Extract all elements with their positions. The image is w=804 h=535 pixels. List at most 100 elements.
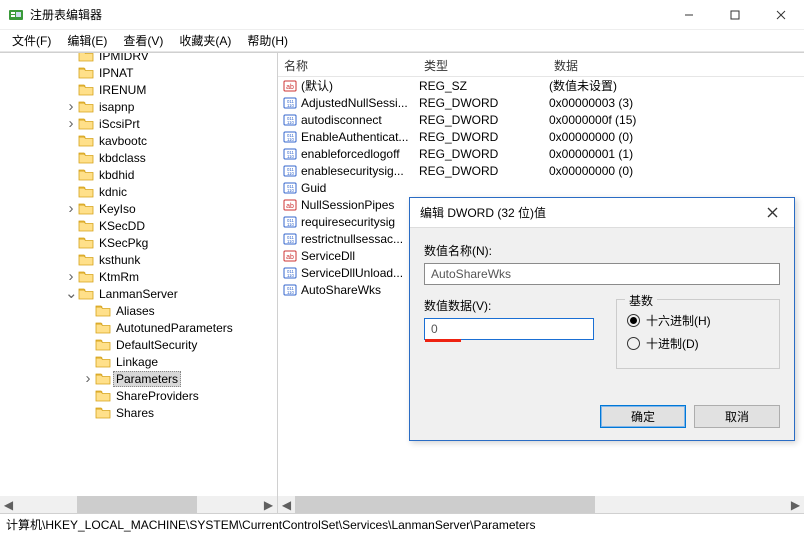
cell-data: 0x00000003 (3)	[549, 96, 804, 110]
tree-node[interactable]: kbdhid	[0, 166, 278, 183]
tree-node[interactable]: kbdclass	[0, 149, 278, 166]
ok-button[interactable]: 确定	[600, 405, 686, 428]
list-header: 名称 类型 数据	[278, 53, 804, 77]
tree-label: LanmanServer	[96, 286, 181, 302]
svg-text:110: 110	[287, 222, 294, 227]
tree-node[interactable]: DefaultSecurity	[0, 336, 278, 353]
folder-icon	[95, 321, 111, 335]
folder-icon	[95, 304, 111, 318]
tree-node[interactable]: › isapnp	[0, 98, 278, 115]
radix-dec-option[interactable]: 十进制(D)	[627, 335, 769, 352]
expand-icon[interactable]: ⌄	[65, 288, 77, 300]
dialog-close-button[interactable]	[750, 198, 794, 228]
tree-node[interactable]: ›iScsiPrt	[0, 115, 278, 132]
close-button[interactable]	[758, 0, 804, 30]
tree-node[interactable]: ›KeyIso	[0, 200, 278, 217]
tree-label: kdnic	[96, 184, 130, 200]
scroll-thumb[interactable]	[295, 496, 595, 513]
tree-node[interactable]: Shares	[0, 404, 278, 421]
table-row[interactable]: 011110autodisconnectREG_DWORD0x0000000f …	[278, 111, 804, 128]
col-name[interactable]: 名称	[278, 53, 418, 76]
tree-node[interactable]: IPNAT	[0, 64, 278, 81]
tree-label: isapnp	[96, 99, 137, 115]
expand-icon[interactable]: ›	[65, 101, 77, 113]
expand-icon[interactable]: ›	[65, 118, 77, 130]
list-hscroll[interactable]: ◀ ▶	[278, 496, 804, 513]
svg-text:110: 110	[287, 273, 294, 278]
value-type-icon: 011110	[282, 95, 298, 111]
col-data[interactable]: 数据	[548, 53, 804, 76]
tree-node[interactable]: KSecPkg	[0, 234, 278, 251]
menu-file[interactable]: 文件(F)	[4, 30, 59, 51]
table-row[interactable]: 011110AdjustedNullSessi...REG_DWORD0x000…	[278, 94, 804, 111]
cancel-button[interactable]: 取消	[694, 405, 780, 428]
tree-node[interactable]: Linkage	[0, 353, 278, 370]
folder-icon	[78, 66, 94, 80]
cell-type: REG_DWORD	[419, 164, 549, 178]
cell-type: REG_DWORD	[419, 96, 549, 110]
tree-node[interactable]: ⌄ LanmanServer	[0, 285, 278, 302]
expand-icon[interactable]: ›	[82, 373, 94, 385]
menu-favorites[interactable]: 收藏夹(A)	[171, 30, 239, 51]
menu-help[interactable]: 帮助(H)	[239, 30, 296, 51]
cell-name: enableforcedlogoff	[301, 147, 419, 161]
tree-label: DefaultSecurity	[113, 337, 200, 353]
scroll-left-icon[interactable]: ◀	[0, 496, 17, 513]
tree-pane[interactable]: IPMIDRVIPNATIRENUM › isapnp›iScsiPrtkavboo…	[0, 53, 278, 513]
data-field[interactable]	[424, 318, 594, 340]
menu-view[interactable]: 查看(V)	[115, 30, 171, 51]
tree-label: kbdhid	[96, 167, 137, 183]
table-row[interactable]: 011110EnableAuthenticat...REG_DWORD0x000…	[278, 128, 804, 145]
edit-dword-dialog: 编辑 DWORD (32 位)值 数值名称(N): 数值数据(V): 基数 十	[409, 197, 795, 441]
tree-node[interactable]: Aliases	[0, 302, 278, 319]
cell-type: REG_DWORD	[419, 113, 549, 127]
value-type-icon: 011110	[282, 129, 298, 145]
tree-node[interactable]: IPMIDRV	[0, 53, 278, 64]
tree-label: Aliases	[113, 303, 158, 319]
scroll-thumb[interactable]	[77, 496, 197, 513]
svg-text:110: 110	[287, 290, 294, 295]
cell-name: AutoShareWks	[301, 283, 419, 297]
tree-node[interactable]: › Parameters	[0, 370, 278, 387]
tree-node[interactable]: ksthunk	[0, 251, 278, 268]
folder-icon	[78, 168, 94, 182]
radix-hex-option[interactable]: 十六进制(H)	[627, 312, 769, 329]
radix-group: 基数 十六进制(H) 十进制(D)	[616, 299, 780, 369]
tree-hscroll[interactable]: ◀ ▶	[0, 496, 277, 513]
radio-on-icon	[627, 314, 640, 327]
cell-name: autodisconnect	[301, 113, 419, 127]
cell-data: (数值未设置)	[549, 77, 804, 94]
value-type-icon: 011110	[282, 112, 298, 128]
folder-icon	[78, 253, 94, 267]
folder-icon	[78, 270, 94, 284]
expand-icon[interactable]: ›	[65, 203, 77, 215]
svg-text:ab: ab	[286, 84, 294, 91]
tree-node[interactable]: kavbootc	[0, 132, 278, 149]
maximize-button[interactable]	[712, 0, 758, 30]
table-row[interactable]: ab(默认)REG_SZ(数值未设置)	[278, 77, 804, 94]
tree-node[interactable]: KSecDD	[0, 217, 278, 234]
svg-text:ab: ab	[286, 203, 294, 210]
tree-node[interactable]: ›KtmRm	[0, 268, 278, 285]
col-type[interactable]: 类型	[418, 53, 548, 76]
tree-node[interactable]: ShareProviders	[0, 387, 278, 404]
table-row[interactable]: 011110Guid	[278, 179, 804, 196]
table-row[interactable]: 011110enablesecuritysig...REG_DWORD0x000…	[278, 162, 804, 179]
svg-text:110: 110	[287, 137, 294, 142]
value-type-icon: 011110	[282, 214, 298, 230]
tree-label: Parameters	[113, 371, 181, 387]
tree-node[interactable]: kdnic	[0, 183, 278, 200]
name-field[interactable]	[424, 263, 780, 285]
scroll-right-icon[interactable]: ▶	[787, 496, 804, 513]
expand-icon[interactable]: ›	[65, 271, 77, 283]
minimize-button[interactable]	[666, 0, 712, 30]
menu-edit[interactable]: 编辑(E)	[59, 30, 115, 51]
table-row[interactable]: 011110enableforcedlogoffREG_DWORD0x00000…	[278, 145, 804, 162]
scroll-right-icon[interactable]: ▶	[260, 496, 277, 513]
tree-label: kavbootc	[96, 133, 150, 149]
scroll-left-icon[interactable]: ◀	[278, 496, 295, 513]
tree-node[interactable]: IRENUM	[0, 81, 278, 98]
cell-name: AdjustedNullSessi...	[301, 96, 419, 110]
tree-node[interactable]: AutotunedParameters	[0, 319, 278, 336]
folder-icon	[95, 389, 111, 403]
